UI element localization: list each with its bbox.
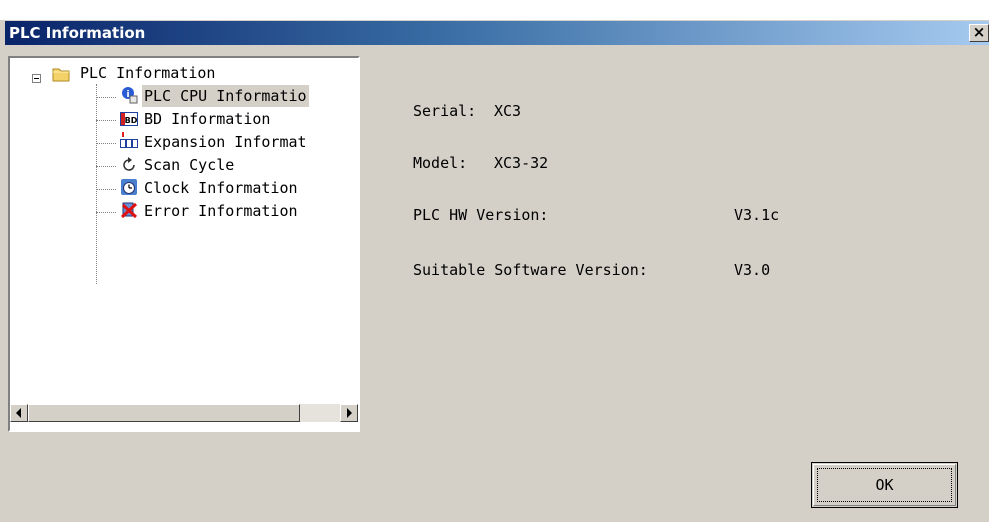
- info-icon: i: [122, 87, 138, 104]
- hw-version-label: PLC HW Version:: [413, 206, 549, 224]
- tree-branch: [96, 120, 116, 121]
- tree-root-item[interactable]: PLC Information: [10, 62, 358, 84]
- collapse-icon[interactable]: [32, 74, 41, 83]
- scroll-thumb[interactable]: [28, 404, 300, 422]
- tree-item-scan-cycle[interactable]: Scan Cycle: [10, 154, 358, 176]
- software-version-label: Suitable Software Version:: [413, 261, 648, 279]
- tree-branch: [96, 143, 116, 144]
- tree-item-label: Expansion Informat: [144, 133, 307, 151]
- expansion-icon: [120, 132, 138, 148]
- svg-text:BD: BD: [125, 116, 138, 125]
- tree-item-expansion[interactable]: Expansion Informat: [10, 131, 358, 153]
- ok-button-label: OK: [817, 468, 952, 502]
- folder-icon: [52, 68, 70, 82]
- tree-item-label: Scan Cycle: [144, 156, 235, 174]
- arrow-left-icon: [16, 408, 21, 418]
- close-button[interactable]: ×: [969, 24, 989, 42]
- tree-branch: [96, 166, 116, 167]
- serial-value: XC3: [494, 102, 522, 120]
- scroll-left-button[interactable]: [10, 404, 28, 422]
- info-tree[interactable]: PLC Information i PLC CPU Informatio BD …: [8, 56, 360, 432]
- top-strip: [0, 0, 989, 20]
- error-icon: [120, 202, 138, 219]
- clock-icon: [121, 179, 137, 195]
- refresh-icon: [123, 157, 135, 171]
- serial-label: Serial:: [413, 102, 477, 120]
- model-value: XC3-32: [494, 154, 549, 172]
- ok-button[interactable]: OK: [811, 462, 958, 508]
- tree-branch: [96, 212, 116, 213]
- title-bar[interactable]: PLC Information ×: [5, 21, 989, 45]
- scroll-right-button[interactable]: [340, 404, 358, 422]
- model-label: Model:: [413, 154, 468, 172]
- tree-item-clock[interactable]: Clock Information: [10, 177, 358, 199]
- bd-icon: BD: [120, 112, 138, 126]
- tree-horizontal-scrollbar[interactable]: [10, 404, 358, 422]
- svg-text:i: i: [126, 90, 129, 100]
- tree-item-label: BD Information: [144, 110, 271, 128]
- tree-root-label: PLC Information: [80, 64, 216, 82]
- tree-item-plc-cpu[interactable]: i PLC CPU Informatio: [10, 85, 358, 107]
- tree-branch: [96, 97, 116, 98]
- software-version-value: V3.0: [734, 261, 771, 279]
- hw-version-value: V3.1c: [734, 206, 780, 224]
- tree-item-label: Error Information: [144, 202, 298, 220]
- tree-item-error[interactable]: Error Information: [10, 200, 358, 222]
- arrow-right-icon: [347, 408, 352, 418]
- plc-information-dialog: PLC Information × PLC Information i PLC …: [0, 0, 989, 522]
- dialog-title: PLC Information: [9, 24, 146, 42]
- tree-item-bd[interactable]: BD BD Information: [10, 108, 358, 130]
- tree-item-label: Clock Information: [144, 179, 298, 197]
- tree-item-label: PLC CPU Informatio: [142, 85, 309, 107]
- tree-branch: [96, 189, 116, 190]
